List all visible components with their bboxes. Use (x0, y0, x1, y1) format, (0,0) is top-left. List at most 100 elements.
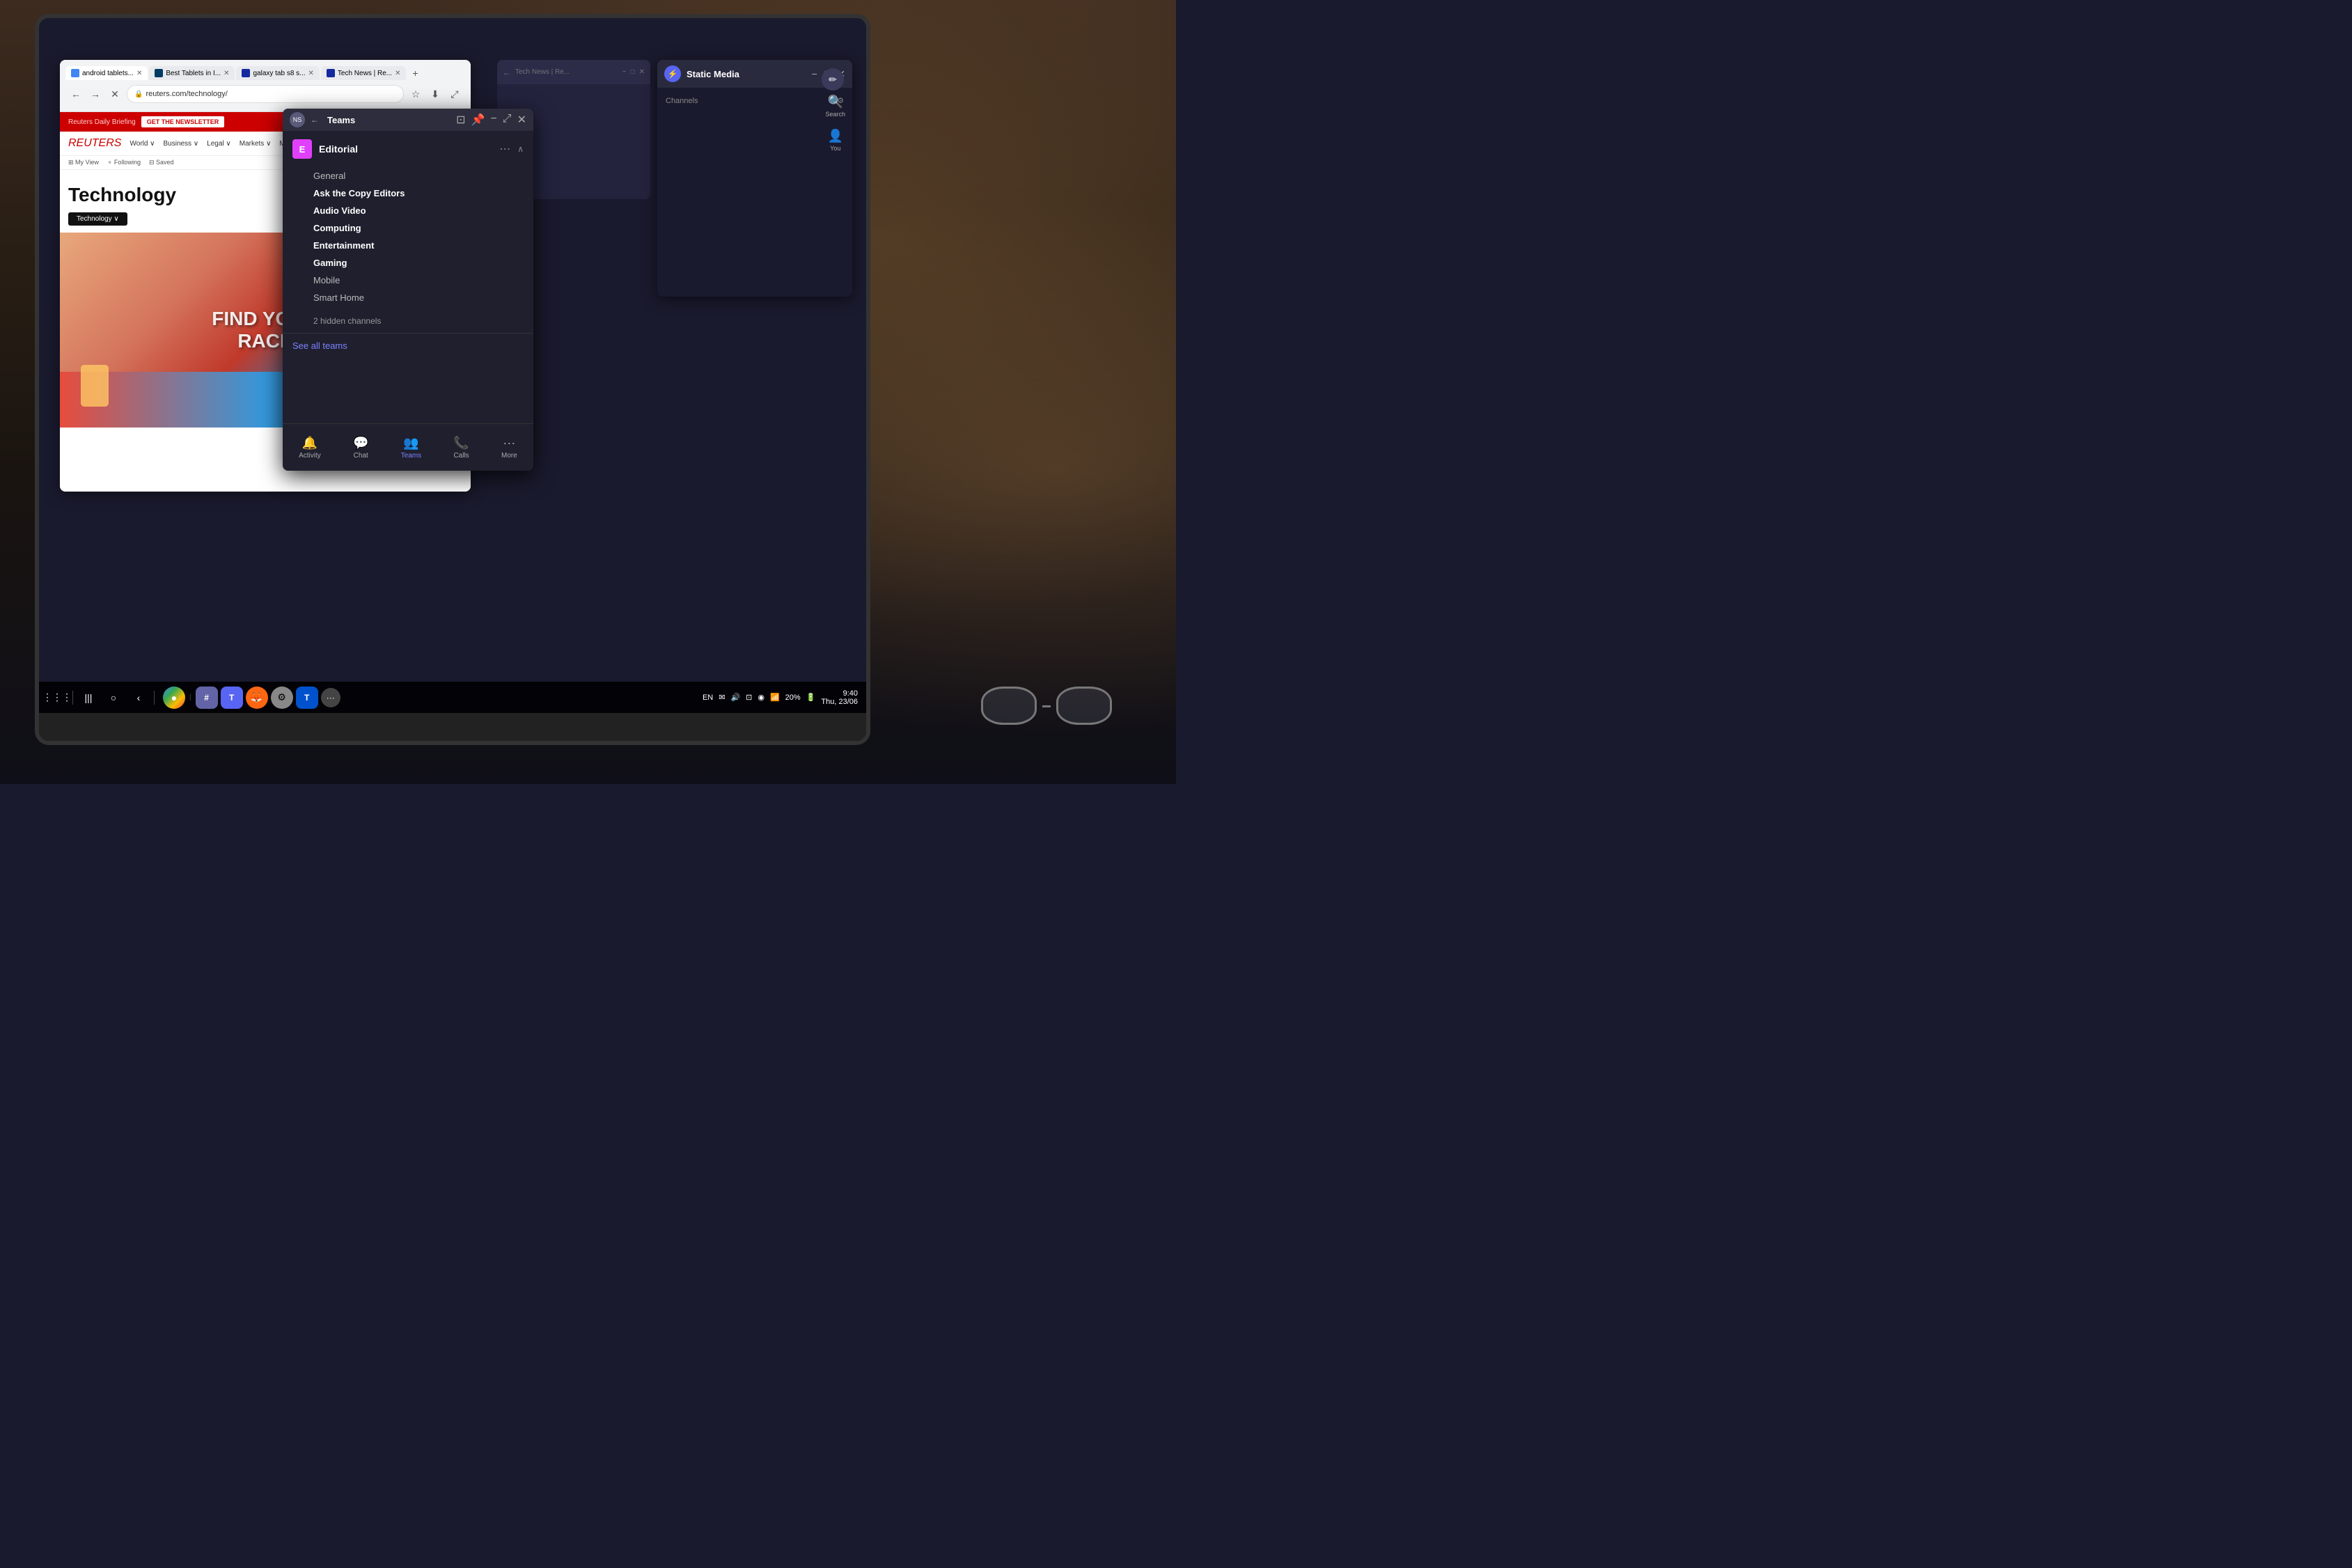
tab-label-tech: Tech News | Re... (338, 70, 392, 77)
category-dropdown[interactable]: Technology ∨ (68, 212, 127, 226)
editorial-icon: E (292, 139, 312, 159)
search-btn-panel[interactable]: 🔍 Search (825, 95, 845, 118)
wifi-icon[interactable]: 📶 (770, 693, 780, 702)
download-button[interactable]: ⬇ (428, 86, 443, 102)
right-panel-actions: 🔍 Search 👤 You (825, 95, 845, 152)
newsletter-button[interactable]: GET THE NEWSLETTER (141, 116, 225, 127)
nav-markets[interactable]: Markets ∨ (240, 140, 272, 148)
editorial-header[interactable]: E Editorial ⋯ ∧ (283, 131, 533, 167)
tab-close-android[interactable]: ✕ (136, 70, 142, 77)
tab-label-best: Best Tablets in I... (166, 70, 221, 77)
tab-close-best[interactable]: ✕ (224, 70, 229, 77)
forward-button[interactable]: → (88, 86, 103, 102)
firefox-app-icon[interactable]: 🦊 (246, 687, 268, 709)
tab-label-android: android tablets... (82, 70, 134, 77)
slack-app-icon[interactable]: # (196, 687, 218, 709)
system-status: EN ✉ 🔊 ⊡ ◉ 📶 20% 🔋 (703, 693, 815, 702)
system-time-date: 9:40 Thu, 23/06 (821, 689, 858, 706)
you-btn-panel[interactable]: 👤 You (825, 129, 845, 152)
channel-copy-editors[interactable]: Ask the Copy Editors (313, 185, 524, 202)
home-button[interactable]: ○ (104, 688, 123, 707)
nav-activity[interactable]: 🔔 Activity (290, 432, 329, 464)
channel-computing[interactable]: Computing (313, 219, 524, 237)
compose-icon: ✏ (829, 74, 837, 86)
editorial-more-icon[interactable]: ⋯ (499, 142, 510, 156)
teams-bottom-nav: 🔔 Activity 💬 Chat 👥 Teams 📞 Calls ··· (283, 423, 533, 471)
nav-calls[interactable]: 📞 Calls (445, 432, 477, 464)
system-bar: ⋮⋮⋮ ||| ○ ‹ ● | # T 🦊 (39, 682, 866, 713)
following-link[interactable]: ⚬ Following (107, 159, 141, 166)
my-view-link[interactable]: ⊞ My View (68, 159, 99, 166)
grid-nav-button[interactable]: ⋮⋮⋮ (47, 688, 67, 707)
chat-label: Chat (354, 452, 368, 460)
tab-galaxy[interactable]: galaxy tab s8 s... ✕ (236, 66, 319, 80)
you-label: You (830, 145, 840, 152)
bookmark-button[interactable]: ☆ (408, 86, 423, 102)
tab-android-tablets[interactable]: android tablets... ✕ (65, 66, 148, 80)
tab-icon-tech (327, 69, 335, 77)
see-all-teams-link[interactable]: See all teams (283, 333, 533, 358)
tab-close-tech[interactable]: ✕ (395, 70, 400, 77)
channel-entertainment[interactable]: Entertainment (313, 237, 524, 254)
hidden-channels-link[interactable]: 2 hidden channels (283, 312, 533, 330)
tab-tech-news[interactable]: Tech News | Re... ✕ (321, 66, 407, 80)
close-2[interactable]: ✕ (639, 68, 645, 76)
fullscreen-button[interactable]: ⤢ (447, 86, 462, 102)
more-icon: ··· (503, 436, 515, 450)
expand-teams[interactable]: ⤢ (503, 113, 512, 127)
maximize-2[interactable]: □ (631, 68, 635, 76)
close-teams[interactable]: ✕ (517, 113, 526, 127)
nav-teams[interactable]: 👥 Teams (393, 432, 430, 464)
activity-label: Activity (299, 452, 321, 460)
reuters-logo: REUTERS (68, 137, 121, 150)
saved-link[interactable]: ⊟ Saved (149, 159, 174, 166)
recent-apps-button[interactable]: ||| (79, 688, 98, 707)
avatar-initials: NS (293, 116, 302, 123)
channel-smart-home[interactable]: Smart Home (313, 289, 524, 306)
lock-icon: 🔒 (134, 91, 143, 98)
teams-modal: NS ← Teams ⊡ 📌 − ⤢ ✕ E (283, 109, 533, 471)
pip-icon[interactable]: ⊡ (456, 113, 465, 127)
chrome-app-icon[interactable]: ● (163, 687, 185, 709)
message-icon[interactable]: ✉ (719, 693, 725, 702)
teams-app-icon[interactable]: T (221, 687, 243, 709)
more-label: More (501, 452, 517, 460)
browser-tabs: android tablets... ✕ Best Tablets in I..… (65, 65, 465, 81)
activity-icon: 🔔 (302, 436, 317, 450)
collapse-icon[interactable]: ∧ (517, 144, 524, 154)
nav-world[interactable]: World ∨ (130, 140, 155, 148)
minimize-2[interactable]: − (622, 68, 627, 76)
chat-icon: 💬 (353, 436, 368, 450)
new-tab-button[interactable]: + (407, 65, 423, 81)
address-bar[interactable]: 🔒 reuters.com/technology/ (127, 85, 404, 103)
nav-chat[interactable]: 💬 Chat (345, 432, 377, 464)
more-apps-button[interactable]: ··· (321, 688, 340, 707)
back-button[interactable]: ← (68, 86, 84, 102)
tablet-screen: android tablets... ✕ Best Tablets in I..… (39, 18, 866, 741)
channel-general[interactable]: General (313, 167, 524, 185)
sm-minimize[interactable]: − (812, 68, 817, 80)
channel-mobile[interactable]: Mobile (313, 272, 524, 289)
compose-button[interactable]: ✏ (822, 68, 844, 91)
nav-business[interactable]: Business ∨ (163, 140, 198, 148)
volume-icon[interactable]: 🔊 (730, 693, 740, 702)
back-icon-2[interactable]: ← (503, 68, 511, 77)
trello-app-icon[interactable]: T (296, 687, 318, 709)
tab-best-tablets[interactable]: Best Tablets in I... ✕ (149, 66, 235, 80)
channel-gaming[interactable]: Gaming (313, 254, 524, 272)
channel-audio-video[interactable]: Audio Video (313, 202, 524, 219)
channels-label: Channels ⚙ (666, 93, 844, 108)
nav-legal[interactable]: Legal ∨ (207, 140, 231, 148)
settings-app-icon[interactable]: ⚙ (271, 687, 293, 709)
teams-icon: 👥 (403, 436, 418, 450)
back-nav-button[interactable]: ‹ (129, 688, 148, 707)
close-tab-button[interactable]: ✕ (107, 86, 123, 102)
nav-more[interactable]: ··· More (493, 432, 526, 464)
display-icon[interactable]: ⊡ (746, 693, 752, 702)
tab-close-galaxy[interactable]: ✕ (308, 70, 314, 77)
teams-content: E Editorial ⋯ ∧ General Ask the Copy Edi… (283, 131, 533, 358)
back-icon-teams[interactable]: ← (311, 115, 319, 125)
tab-icon-samsung (242, 69, 250, 77)
minimize-teams[interactable]: − (490, 113, 496, 127)
pin-icon[interactable]: 📌 (471, 113, 485, 127)
